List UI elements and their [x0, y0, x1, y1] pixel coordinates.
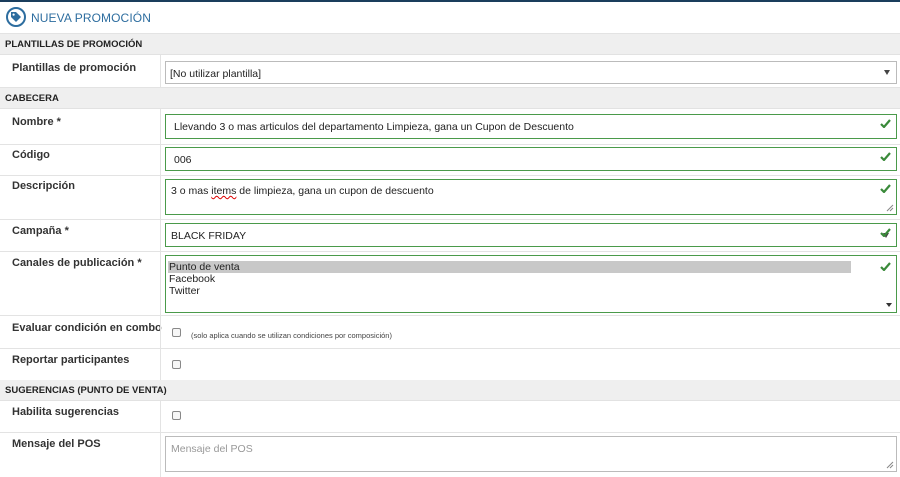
- habilita-checkbox[interactable]: [172, 411, 181, 420]
- evaluar-note: (solo aplica cuando se utilizan condicio…: [191, 331, 392, 340]
- descripcion-value: 3 o mas items de limpieza, gana un cupon…: [171, 185, 434, 197]
- row-evaluar: Evaluar condición en combo (solo aplica …: [0, 316, 900, 349]
- plantillas-label: Plantillas de promoción: [12, 62, 137, 74]
- habilita-label: Habilita sugerencias: [12, 406, 119, 418]
- scroll-down-icon[interactable]: [886, 303, 892, 307]
- plantillas-select[interactable]: [No utilizar plantilla]: [165, 61, 897, 84]
- section-cabecera: CABECERA: [0, 88, 900, 109]
- reportar-label: Reportar participantes: [12, 354, 130, 366]
- row-descripcion: Descripción 3 o mas items de limpieza, g…: [0, 176, 900, 220]
- tag-icon: [6, 7, 26, 27]
- check-icon: [880, 119, 891, 128]
- section-cabecera-title: CABECERA: [5, 93, 59, 104]
- row-reportar: Reportar participantes: [0, 349, 900, 381]
- row-campana: Campaña * BLACK FRIDAY: [0, 220, 900, 252]
- section-plantillas: PLANTILLAS DE PROMOCIÓN: [0, 34, 900, 55]
- nombre-label: Nombre *: [12, 116, 61, 128]
- evaluar-label: Evaluar condición en combo: [12, 322, 162, 334]
- row-canales: Canales de publicación * Punto de venta …: [0, 252, 900, 316]
- row-plantillas: Plantillas de promoción [No utilizar pla…: [0, 55, 900, 88]
- canales-option-punto-de-venta[interactable]: Punto de venta: [168, 261, 851, 273]
- descripcion-label: Descripción: [12, 180, 75, 192]
- section-plantillas-title: PLANTILLAS DE PROMOCIÓN: [5, 39, 143, 50]
- row-nombre: Nombre * Llevando 3 o mas articulos del …: [0, 109, 900, 145]
- row-habilita: Habilita sugerencias: [0, 401, 900, 433]
- row-mensaje: Mensaje del POS Mensaje del POS: [0, 433, 900, 477]
- nombre-input[interactable]: Llevando 3 o mas articulos del departame…: [165, 114, 897, 139]
- reportar-checkbox[interactable]: [172, 360, 181, 369]
- resize-handle-icon[interactable]: [886, 461, 894, 469]
- chevron-down-icon: [884, 70, 890, 75]
- mensaje-textarea[interactable]: Mensaje del POS: [165, 436, 897, 472]
- plantillas-select-value: [No utilizar plantilla]: [170, 68, 262, 80]
- check-icon: [880, 152, 891, 161]
- mensaje-label: Mensaje del POS: [12, 438, 101, 450]
- campana-select[interactable]: BLACK FRIDAY: [165, 223, 897, 247]
- codigo-label: Código: [12, 149, 50, 161]
- canales-multiselect[interactable]: Punto de venta Facebook Twitter: [165, 255, 897, 313]
- codigo-value: 006: [174, 154, 192, 166]
- resize-handle-icon[interactable]: [886, 204, 894, 212]
- canales-option-twitter[interactable]: Twitter: [168, 285, 200, 297]
- canales-label: Canales de publicación *: [12, 257, 142, 269]
- check-icon: [880, 262, 891, 271]
- section-sugerencias: SUGERENCIAS (PUNTO DE VENTA): [0, 380, 900, 401]
- nombre-value: Llevando 3 o mas articulos del departame…: [174, 121, 574, 133]
- check-icon: [880, 184, 891, 193]
- section-sugerencias-title: SUGERENCIAS (PUNTO DE VENTA): [5, 385, 167, 396]
- page-header: NUEVA PROMOCIÓN: [0, 2, 900, 34]
- row-codigo: Código 006: [0, 145, 900, 176]
- check-icon: [880, 228, 891, 237]
- campana-label: Campaña *: [12, 225, 69, 237]
- page-title: NUEVA PROMOCIÓN: [31, 11, 151, 25]
- evaluar-checkbox[interactable]: [172, 328, 181, 337]
- canales-option-facebook[interactable]: Facebook: [168, 273, 215, 285]
- codigo-input[interactable]: 006: [165, 147, 897, 171]
- mensaje-placeholder: Mensaje del POS: [171, 443, 253, 455]
- descripcion-textarea[interactable]: 3 o mas items de limpieza, gana un cupon…: [165, 179, 897, 215]
- campana-value: BLACK FRIDAY: [171, 230, 247, 242]
